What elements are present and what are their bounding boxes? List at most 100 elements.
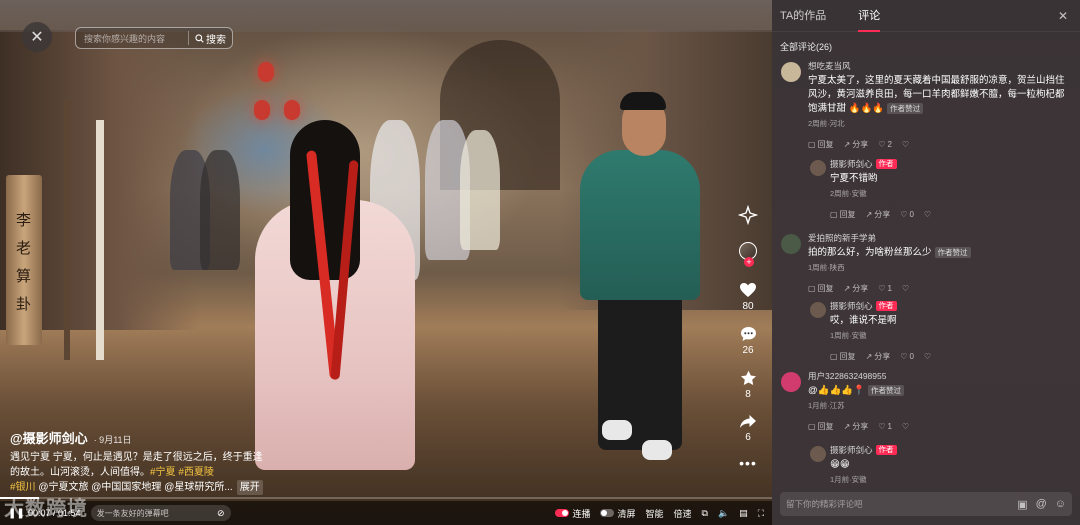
commenter-avatar[interactable] (781, 372, 801, 392)
comment-like-button[interactable]: ♡ 0 (900, 210, 914, 219)
image-upload-icon[interactable]: ▣ (1017, 498, 1027, 511)
comment-actions: ▢ 回复 ↗ 分享 ♡ 2 ♡ (808, 139, 1068, 150)
comment-like-count: 1 (887, 422, 892, 431)
toggle-switch-off (600, 509, 615, 517)
share-count: 6 (745, 432, 751, 443)
mention-link[interactable]: @星球研究所... (164, 482, 233, 493)
panel-tabs: TA的作品 评论 ✕ (772, 0, 1080, 32)
danmu-toggle-button[interactable]: ▤ (739, 508, 748, 519)
comment-dislike-button[interactable]: ♡ (902, 140, 909, 149)
comment-input[interactable]: 留下你的精彩评论吧 (786, 498, 1009, 510)
share-comment-button[interactable]: ↗ 分享 (844, 421, 869, 432)
follow-plus-icon[interactable]: + (744, 257, 754, 267)
comment-button[interactable]: 26 (740, 326, 757, 356)
comment-text-block: 宁夏不错哟 (830, 172, 1068, 186)
comment-dislike-button[interactable]: ♡ (902, 284, 909, 293)
emoji-icon[interactable]: ☺ (1055, 498, 1066, 510)
commenter-avatar[interactable] (810, 160, 826, 176)
danmu-icon: ▤ (739, 507, 748, 518)
dislike-icon: ♡ (901, 284, 910, 293)
share-comment-button[interactable]: ↗ 分享 (844, 283, 869, 294)
commenter-avatar[interactable] (781, 62, 801, 82)
reply-button[interactable]: ▢ 回复 (808, 139, 834, 150)
hashtag-link[interactable]: #西夏陵 (178, 467, 214, 478)
mention-at-icon[interactable]: @ (1036, 498, 1047, 510)
comment-like-button[interactable]: ♡ 1 (878, 422, 892, 431)
video-progress-bar[interactable] (0, 497, 772, 499)
comment-item: 用户3228632498955 @👍👍👍📍 作者赞过 1月前·江苏 ▢ 回复 ↗ 分享 ♡ 1 ♡ (772, 370, 1080, 432)
commenter-name-row: 摄影师剑心 作者 (830, 300, 1068, 312)
share-comment-button[interactable]: ↗ 分享 (866, 351, 891, 362)
hashtag-link[interactable]: #宁夏 (150, 467, 176, 478)
comment-count: 26 (742, 345, 754, 356)
heart-outline-icon: ♡ (878, 284, 886, 293)
comment-like-button[interactable]: ♡ 1 (878, 284, 892, 293)
clear-screen-toggle[interactable]: 清屏 (600, 507, 635, 520)
reply-label: 回复 (817, 422, 834, 431)
reply-button[interactable]: ▢ 回复 (808, 421, 834, 432)
expand-description-button[interactable]: 展开 (236, 480, 263, 495)
search-button[interactable]: 搜索 (188, 31, 232, 46)
comment-meta: 2周前·安徽 (830, 189, 867, 198)
favorite-button[interactable]: 8 (740, 370, 757, 400)
commenter-avatar[interactable] (781, 234, 801, 254)
close-icon: ✕ (1057, 9, 1068, 23)
comment-actions: ▢ 回复 ↗ 分享 ♡ 1 ♡ (808, 283, 1068, 294)
smart-quality-button[interactable]: 智能 (645, 507, 663, 520)
commenter-avatar[interactable] (810, 302, 826, 318)
speed-button[interactable]: 倍速 (674, 507, 692, 520)
reply-item: 摄影师剑心作者😁😁1月前·安徽▢回复↗分享♡0♡ (772, 444, 1080, 486)
share-comment-button[interactable]: ↗ 分享 (866, 209, 891, 220)
comment-text-block: 拍的那么好，为啥粉丝那么少 作者赞过 (808, 246, 1068, 260)
autoplay-toggle[interactable]: 连播 (555, 507, 590, 520)
heart-outline-icon: ♡ (878, 140, 886, 149)
author-name-link[interactable]: @摄影师剑心 (10, 428, 88, 447)
tab-author-works[interactable]: TA的作品 (780, 0, 826, 32)
reply-label: 回复 (817, 284, 834, 293)
comment-meta: 1周前·陕西 (808, 263, 845, 272)
comment-dislike-button[interactable]: ♡ (924, 352, 931, 361)
search-input[interactable]: 搜索你感兴趣的内容 (84, 32, 188, 45)
share-button[interactable]: 6 (739, 414, 757, 443)
close-panel-button[interactable]: ✕ (1058, 9, 1068, 23)
close-video-button[interactable]: ✕ (22, 22, 52, 52)
reply-button[interactable]: ▢ 回复 (830, 209, 856, 220)
comment-dislike-button[interactable]: ♡ (924, 210, 931, 219)
author-avatar-follow[interactable]: + (739, 242, 757, 267)
share-arrow-icon: ↗ (843, 422, 851, 431)
comment-item: 想吃麦当风 宁夏太美了，这里的夏天藏着中国最舒服的凉意，贺兰山挡住风沙，黄河滋养良… (772, 60, 1080, 150)
comment-like-count: 0 (909, 210, 914, 219)
reply-button[interactable]: ▢ 回复 (830, 351, 856, 362)
share-comment-button[interactable]: ↗ 分享 (844, 139, 869, 150)
comment-like-button[interactable]: ♡ 2 (878, 140, 892, 149)
danmu-input[interactable]: 发一条友好的弹幕吧 ⊘ (90, 505, 231, 521)
danmu-settings-icon[interactable]: ⊘ (217, 508, 225, 519)
comment-dislike-button[interactable]: ♡ (902, 422, 909, 431)
comment-like-button[interactable]: ♡ 0 (900, 352, 914, 361)
reply-button[interactable]: ▢ 回复 (808, 283, 834, 294)
commenter-name[interactable]: 爱拍照的新手学弟 (808, 232, 876, 244)
comment-input-bar[interactable]: 留下你的精彩评论吧 ▣ @ ☺ (780, 492, 1072, 516)
scene-man (580, 150, 700, 300)
commenter-name[interactable]: 摄影师剑心 (830, 444, 873, 456)
comment-list[interactable]: 想吃麦当风 宁夏太美了，这里的夏天藏着中国最舒服的凉意，贺兰山挡住风沙，黄河滋养良… (772, 54, 1080, 486)
commenter-name-row: 爱拍照的新手学弟 (808, 232, 1068, 244)
author-badge: 作者 (875, 445, 897, 455)
ai-assistant-button[interactable] (733, 200, 763, 230)
commenter-name[interactable]: 想吃麦当风 (808, 60, 851, 72)
volume-button[interactable]: 🔈 (718, 508, 729, 519)
comment-actions: ▢ 回复 ↗ 分享 ♡ 1 ♡ (808, 421, 1068, 432)
commenter-name[interactable]: 用户3228632498955 (808, 370, 886, 382)
tab-comments[interactable]: 评论 (858, 0, 881, 32)
mention-link[interactable]: @中国国家地理 (91, 482, 161, 493)
commenter-name[interactable]: 摄影师剑心 (830, 300, 873, 312)
commenter-name-row: 用户3228632498955 (808, 370, 1068, 382)
more-options-button[interactable]: ••• (739, 455, 757, 471)
commenter-name[interactable]: 摄影师剑心 (830, 158, 873, 170)
commenter-avatar[interactable] (810, 446, 826, 462)
fullscreen-button[interactable]: ⛶ (758, 508, 764, 519)
video-player[interactable]: 李 老 算 卦 ✕ 搜索你感兴趣的内容 搜索 + 80 26 8 6 ••• @… (0, 0, 772, 525)
like-button[interactable]: 80 (739, 282, 757, 312)
pip-button[interactable]: ⧉ (702, 508, 708, 519)
search-bar[interactable]: 搜索你感兴趣的内容 搜索 (75, 27, 233, 49)
